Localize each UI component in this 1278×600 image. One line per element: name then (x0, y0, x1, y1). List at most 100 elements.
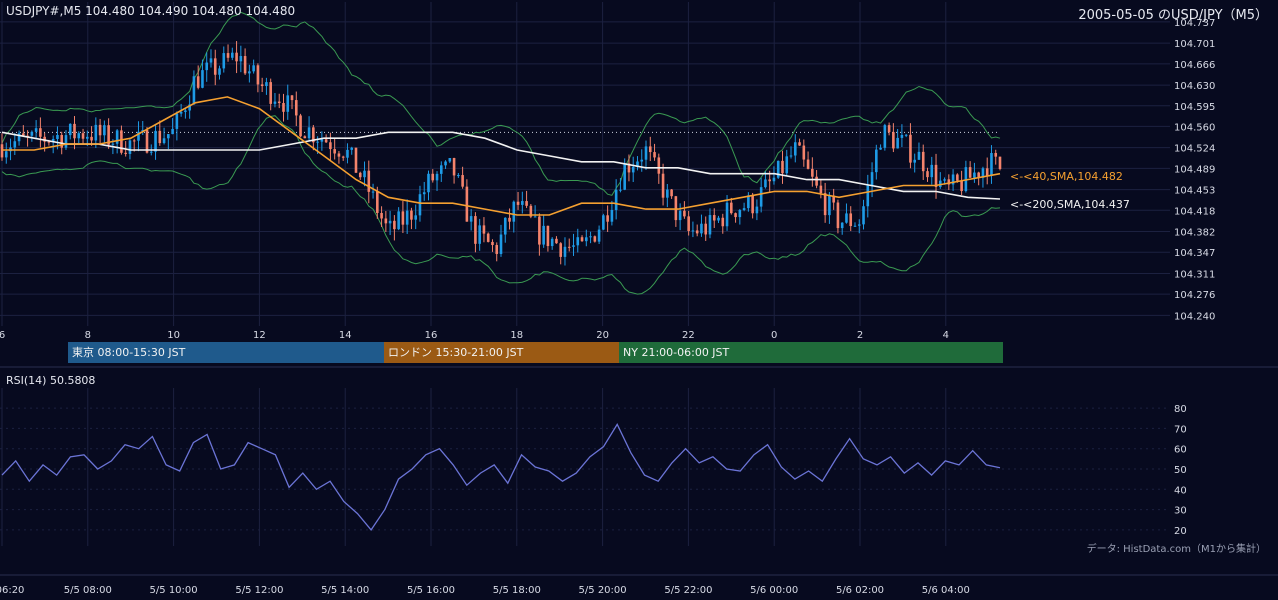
symbol-header: USDJPY#,M5 104.480 104.490 104.480 104.4… (6, 4, 296, 18)
candle-body (277, 101, 281, 104)
candle-body (282, 103, 285, 112)
rsi-line (1, 423, 1001, 531)
time-tick-label: 20 (596, 330, 609, 341)
candle-body (678, 210, 682, 221)
candle-body (892, 132, 895, 149)
candle-body (610, 209, 614, 222)
candle-body (815, 176, 818, 186)
candle-body (968, 167, 972, 178)
candle-body (132, 140, 136, 142)
candle-body (572, 245, 575, 247)
time-tick-label: 8 (85, 330, 91, 341)
candle-body (853, 225, 857, 227)
candle-body (128, 140, 132, 154)
candle-body (439, 165, 443, 174)
candle-body (286, 95, 290, 112)
date-tick-label: 5/5 16:00 (407, 585, 455, 596)
candle-body (781, 160, 784, 174)
candle-body (452, 158, 456, 176)
candle-body (909, 134, 912, 163)
candle-body (337, 153, 341, 157)
candle-body (299, 115, 302, 137)
candle-body (597, 229, 601, 242)
candle-body (346, 149, 349, 158)
candle-body (98, 124, 102, 136)
candle-body (990, 153, 993, 176)
candle-body (896, 137, 899, 149)
price-tick-label: 104.701 (1174, 39, 1215, 50)
candle-body (666, 189, 669, 198)
price-tick-label: 104.630 (1174, 81, 1215, 92)
candle-body (30, 131, 34, 136)
candle-body (717, 217, 720, 221)
rsi-label: RSI(14) 50.5808 (6, 374, 96, 387)
time-tick-label: 18 (510, 330, 523, 341)
candle-body (512, 201, 516, 222)
candle-body (0, 144, 4, 158)
candle-body (555, 238, 558, 244)
candle-body (341, 156, 345, 158)
candle-body (563, 246, 567, 257)
candle-body (124, 152, 127, 154)
candle-body (712, 215, 716, 221)
candle-body (823, 193, 827, 216)
candle-body (584, 237, 588, 242)
candle-body (486, 233, 490, 242)
candle-body (806, 159, 810, 169)
candle-body (85, 136, 89, 139)
price-tick-label: 104.418 (1174, 206, 1215, 217)
rsi-tick-label: 40 (1174, 485, 1187, 496)
time-tick-label: 0 (771, 330, 777, 341)
candle-body (695, 230, 699, 234)
candle-body (542, 225, 545, 245)
candle-body (602, 215, 605, 230)
candle-body (158, 130, 162, 144)
candle-body (171, 128, 174, 135)
bollinger-lower-band (1, 115, 1001, 295)
time-tick-label: 2 (857, 330, 863, 341)
price-tick-label: 104.347 (1174, 248, 1215, 259)
candle-body (316, 141, 319, 143)
candle-body (793, 142, 797, 156)
candle-body (269, 82, 272, 104)
candle-body (819, 185, 823, 194)
chart-title: 2005-05-05 のUSD/JPY（M5） (1078, 8, 1268, 23)
candle-body (913, 159, 917, 163)
rsi-tick-label: 50 (1174, 465, 1187, 476)
rsi-tick-label: 30 (1174, 506, 1187, 517)
rsi-tick-label: 20 (1174, 526, 1187, 537)
candle-body (691, 230, 695, 232)
candle-body (461, 175, 464, 187)
candle-body (90, 136, 93, 141)
candle-body (994, 153, 998, 157)
price-chart[interactable]: 104.737104.701104.666104.630104.595104.5… (0, 0, 1278, 600)
candle-body (388, 220, 392, 224)
candle-body (68, 123, 72, 136)
candle-body (670, 189, 673, 197)
candle-body (648, 146, 652, 153)
candle-body (998, 156, 1002, 169)
candle-body (243, 56, 247, 74)
candle-body (768, 179, 771, 182)
candle-body (192, 76, 196, 105)
candle-body (427, 173, 430, 193)
candle-body (294, 100, 298, 116)
candle-body (802, 145, 806, 160)
date-tick-label: 06:20 (0, 585, 24, 596)
time-tick-label: 4 (943, 330, 949, 341)
date-tick-label: 5/5 10:00 (150, 585, 198, 596)
candle-body (260, 84, 264, 87)
candle-body (94, 124, 98, 141)
session-ny: NY 21:00-06:00 JST (619, 342, 1003, 363)
candle-body (444, 161, 447, 166)
candle-body (256, 65, 260, 85)
candle-body (333, 149, 336, 154)
candle-body (120, 130, 123, 153)
candle-body (943, 179, 946, 181)
candle-body (657, 157, 661, 174)
candle-body (960, 180, 963, 192)
candle-body (482, 225, 486, 234)
date-tick-label: 5/6 02:00 (836, 585, 884, 596)
candle-body (840, 222, 844, 229)
rsi-tick-label: 80 (1174, 404, 1187, 415)
